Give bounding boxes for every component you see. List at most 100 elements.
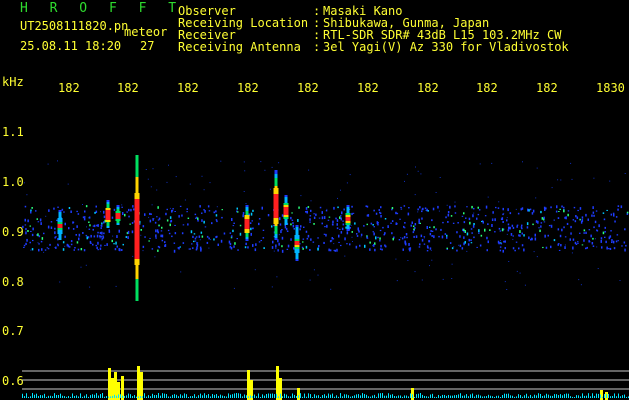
noise-dot	[459, 235, 461, 238]
echo-pixel	[274, 228, 278, 230]
noise-dot	[557, 179, 559, 181]
noise-dot	[328, 248, 330, 252]
baseline-tick	[52, 396, 53, 398]
noise-dot	[408, 243, 410, 246]
noise-dot	[369, 241, 371, 244]
noise-dot	[586, 246, 588, 249]
echo-pixel	[134, 245, 140, 247]
baseline-tick	[612, 395, 613, 398]
noise-dot	[351, 236, 353, 238]
echo-pixel	[134, 229, 140, 231]
echo-pixel	[134, 251, 140, 253]
noise-dot	[297, 219, 299, 222]
noise-dot	[261, 206, 263, 210]
noise-dot	[286, 248, 289, 250]
baseline-tick	[404, 395, 405, 398]
noise-dot	[382, 226, 384, 229]
baseline-tick	[432, 393, 433, 398]
noise-dot	[230, 246, 233, 250]
baseline-tick	[360, 395, 361, 398]
echo-pixel	[283, 217, 289, 219]
noise-dot	[189, 183, 191, 185]
noise-dot	[449, 242, 452, 244]
noise-dot	[356, 235, 359, 237]
noise-dot	[193, 240, 195, 243]
echo-pixel	[295, 227, 299, 229]
noise-dot	[516, 224, 519, 226]
echo-pixel	[295, 257, 299, 259]
baseline-tick	[406, 395, 407, 398]
noise-dot	[454, 201, 456, 203]
baseline-tick	[132, 396, 133, 398]
baseline-tick	[490, 395, 491, 398]
noise-dot	[456, 231, 458, 234]
noise-dot	[379, 211, 381, 214]
noise-dot	[186, 211, 188, 213]
echo-pixel	[135, 267, 139, 269]
noise-dot	[236, 238, 238, 240]
noise-dot	[481, 221, 483, 223]
baseline-tick	[348, 395, 349, 398]
noise-dot	[77, 213, 80, 215]
noise-dot	[113, 208, 116, 211]
baseline-tick	[200, 393, 201, 398]
baseline-tick	[498, 395, 499, 398]
noise-dot	[86, 236, 88, 240]
echo-pixel	[295, 253, 299, 255]
noise-dot	[452, 222, 455, 224]
noise-dot	[100, 211, 101, 213]
noise-dot	[410, 224, 412, 227]
noise-dot	[57, 206, 59, 208]
noise-dot	[553, 219, 555, 221]
noise-dot	[233, 245, 235, 248]
noise-dot	[64, 235, 66, 238]
baseline-tick	[38, 396, 39, 398]
baseline-tick	[502, 395, 503, 398]
echo-pixel	[283, 209, 289, 211]
baseline-tick	[44, 393, 45, 398]
baseline-tick	[302, 396, 303, 398]
baseline-tick	[588, 393, 589, 398]
noise-dot	[179, 205, 182, 207]
noise-dot	[470, 242, 473, 244]
baseline-tick	[58, 395, 59, 398]
noise-dot	[252, 244, 254, 247]
baseline-tick	[90, 395, 91, 398]
noise-dot	[90, 242, 92, 244]
echo-pixel	[134, 205, 140, 207]
noise-dot	[169, 216, 172, 219]
baseline-tick	[484, 396, 485, 398]
noise-dot	[193, 233, 196, 235]
noise-dot	[606, 209, 608, 211]
noise-dot	[367, 237, 369, 239]
noise-dot	[593, 177, 595, 179]
baseline-tick	[324, 394, 325, 398]
noise-dot	[526, 226, 529, 229]
baseline-tick	[524, 395, 525, 398]
noise-dot	[470, 239, 472, 242]
noise-dot	[338, 241, 340, 243]
noise-dot	[342, 220, 344, 222]
noise-dot	[602, 231, 605, 235]
noise-dot	[40, 240, 43, 243]
echo-pixel	[115, 217, 121, 219]
baseline-tick	[128, 393, 129, 398]
noise-dot	[374, 248, 376, 252]
noise-dot	[281, 249, 284, 253]
echo-pixel	[106, 202, 110, 204]
noise-dot	[38, 243, 40, 245]
noise-dot	[301, 246, 304, 249]
noise-dot	[37, 242, 39, 244]
noise-dot	[103, 215, 106, 219]
baseline-tick	[74, 395, 75, 398]
noise-dot	[429, 247, 432, 250]
noise-dot	[521, 228, 523, 230]
noise-dot	[303, 226, 305, 228]
noise-dot	[164, 244, 167, 247]
noise-dot	[451, 247, 454, 250]
noise-dot	[550, 206, 552, 209]
noise-dot	[625, 244, 627, 247]
noise-dot	[85, 264, 87, 266]
baseline-tick	[214, 394, 215, 398]
echo-pixel	[274, 178, 278, 180]
